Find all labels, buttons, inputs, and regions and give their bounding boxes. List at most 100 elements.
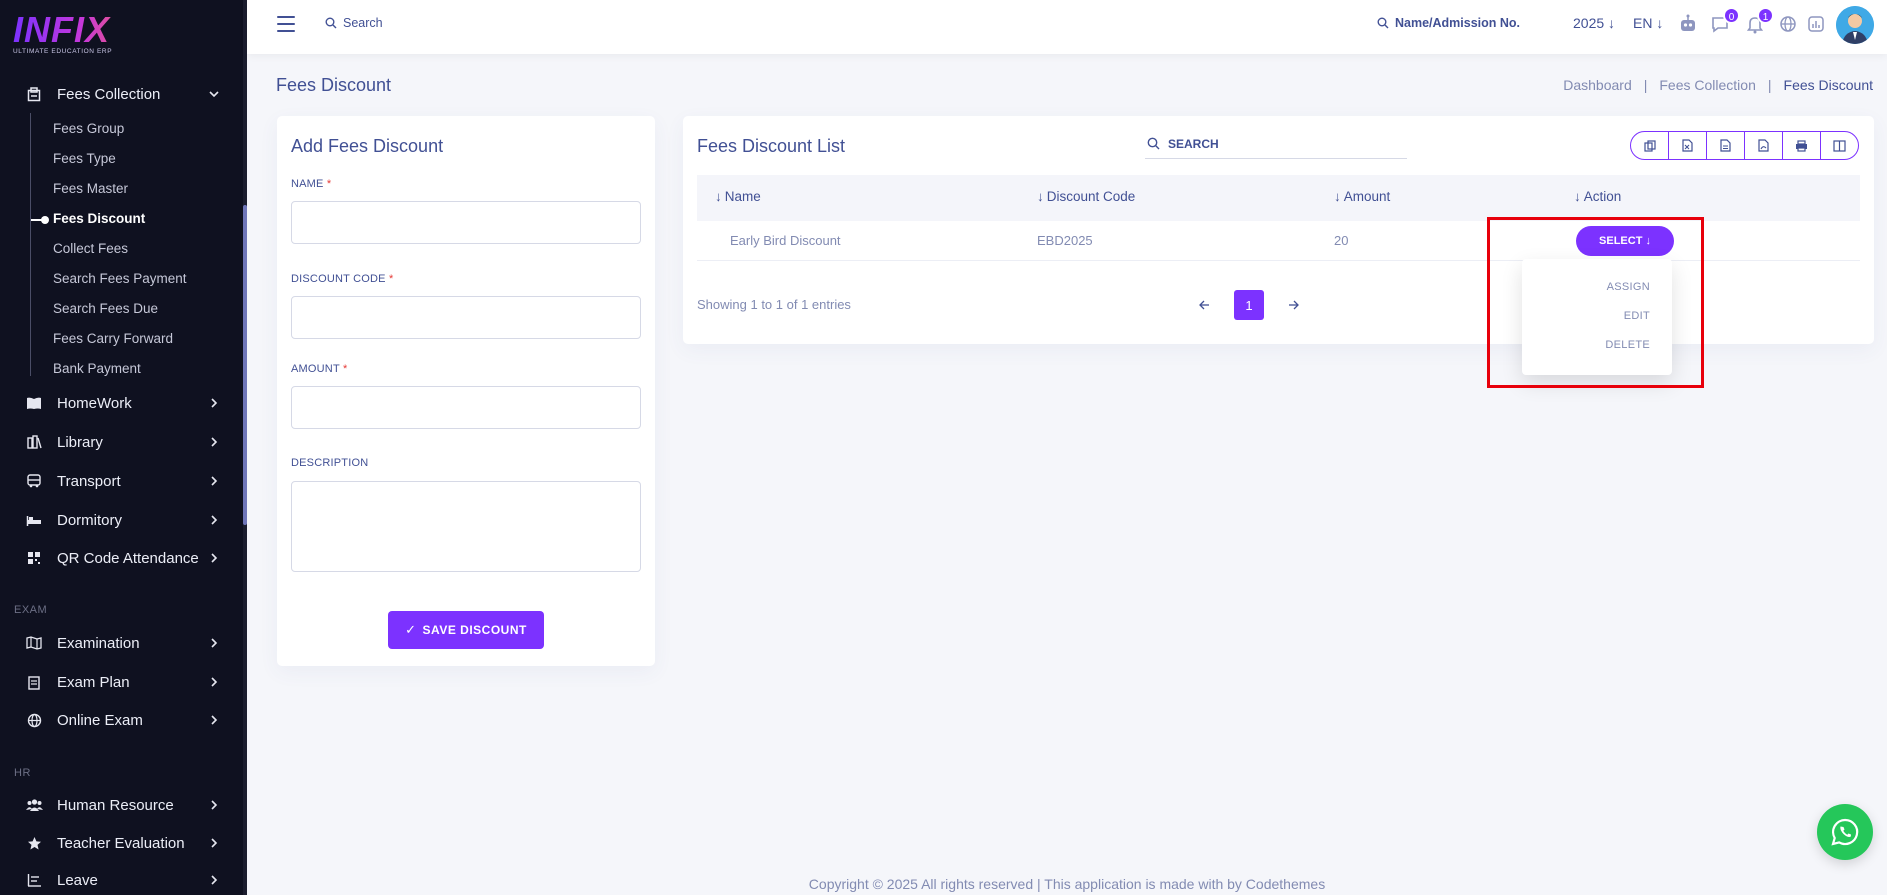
bed-icon <box>25 511 43 529</box>
highlight-box <box>1487 217 1704 388</box>
sidebar-item-label: HomeWork <box>57 394 132 412</box>
book-icon <box>25 394 43 412</box>
search-input[interactable]: Search <box>325 16 383 30</box>
list-search-input[interactable]: SEARCH <box>1145 129 1407 159</box>
search-icon <box>325 17 337 29</box>
cell-amount: 20 <box>1334 233 1349 248</box>
sidebar-item-label: Dormitory <box>57 511 123 529</box>
chat-icon[interactable]: 0 <box>1710 7 1740 35</box>
sidebar-item-label: Transport <box>57 472 121 490</box>
sidebar-item-homework[interactable]: HomeWork <box>0 387 243 419</box>
csv-icon <box>1720 139 1731 152</box>
breadcrumb-fees-collection[interactable]: Fees Collection <box>1659 77 1756 93</box>
sidebar-scroll-thumb[interactable] <box>243 205 247 525</box>
chevron-right-icon <box>211 553 218 563</box>
sidebar-item-library[interactable]: Library <box>0 426 243 458</box>
arrow-down-icon: ↓ <box>1656 15 1664 31</box>
sidebar-item-label: Teacher Evaluation <box>57 834 185 852</box>
robot-icon[interactable] <box>1677 13 1699 35</box>
print-button[interactable] <box>1783 132 1821 159</box>
list-title: Fees Discount List <box>697 136 846 156</box>
csv-button[interactable] <box>1707 132 1745 159</box>
table-header: ↓ Name ↓ Discount Code ↓ Amount ↓ Action <box>697 175 1860 221</box>
pdf-button[interactable] <box>1745 132 1783 159</box>
year-value: 2025 <box>1573 15 1605 31</box>
sidebar-item-fees-collection[interactable]: Fees Collection <box>0 78 243 110</box>
sidebar-subitem-collect-fees[interactable]: Collect Fees <box>53 241 128 256</box>
copy-icon <box>1643 139 1656 152</box>
add-form-title: Add Fees Discount <box>291 136 444 156</box>
sidebar-item-transport[interactable]: Transport <box>0 465 243 497</box>
sidebar-subitem-bank-payment[interactable]: Bank Payment <box>53 361 141 376</box>
chevron-right-icon <box>211 715 218 725</box>
amount-field[interactable] <box>291 386 641 429</box>
sidebar-subitem-fees-type[interactable]: Fees Type <box>53 151 116 166</box>
discount-code-field[interactable] <box>291 296 641 339</box>
avatar[interactable] <box>1836 6 1874 44</box>
breadcrumb-dashboard[interactable]: Dashboard <box>1563 77 1632 93</box>
sidebar-item-leave[interactable]: Leave <box>0 864 243 895</box>
next-page-button[interactable] <box>1284 295 1304 315</box>
chevron-right-icon <box>211 437 218 447</box>
copy-button[interactable] <box>1631 132 1669 159</box>
sidebar-item-human-resource[interactable]: Human Resource <box>0 789 243 821</box>
save-discount-label: SAVE DISCOUNT <box>422 623 527 637</box>
sidebar-item-label: Online Exam <box>57 711 143 729</box>
sidebar-item-exam-plan[interactable]: Exam Plan <box>0 666 243 698</box>
language-select[interactable]: EN ↓ <box>1633 15 1663 31</box>
sidebar-item-online-exam[interactable]: Online Exam <box>0 704 243 736</box>
amount-label: AMOUNT * <box>291 363 348 375</box>
sidebar-subitem-search-fees-due[interactable]: Search Fees Due <box>53 301 158 316</box>
excel-button[interactable] <box>1669 132 1707 159</box>
search-icon <box>1377 17 1389 29</box>
dashboard-stats-icon[interactable] <box>1805 13 1827 35</box>
library-icon <box>25 433 43 451</box>
sidebar-subitem-search-fees-payment[interactable]: Search Fees Payment <box>53 271 187 286</box>
sidebar-subitem-fees-master[interactable]: Fees Master <box>53 181 128 196</box>
search-icon <box>1147 137 1160 150</box>
breadcrumb: Dashboard | Fees Collection | Fees Disco… <box>1563 77 1873 93</box>
bell-icon[interactable]: 1 <box>1744 7 1774 35</box>
column-header-name[interactable]: ↓ Name <box>715 189 761 204</box>
sort-arrow-icon: ↓ <box>715 189 722 204</box>
search-placeholder: Search <box>343 16 383 30</box>
sidebar-item-dormitory[interactable]: Dormitory <box>0 504 243 536</box>
chevron-down-icon <box>209 91 219 98</box>
logo[interactable]: INFIX ULTIMATE EDUCATION ERP <box>13 12 153 60</box>
name-field[interactable] <box>291 201 641 244</box>
export-button-group <box>1630 131 1859 160</box>
map-icon <box>25 634 43 652</box>
year-select[interactable]: 2025 ↓ <box>1573 15 1615 31</box>
globe-icon[interactable] <box>1777 13 1799 35</box>
previous-page-button[interactable] <box>1194 295 1214 315</box>
section-label-exam: EXAM <box>14 604 48 616</box>
sidebar-item-label: Human Resource <box>57 796 174 814</box>
page-title: Fees Discount <box>276 75 392 95</box>
column-header-discount-code[interactable]: ↓ Discount Code <box>1037 189 1135 204</box>
logo-subtitle: ULTIMATE EDUCATION ERP <box>13 48 113 55</box>
name-admission-search-input[interactable]: Name/Admission No. <box>1377 16 1520 30</box>
fees-collection-icon <box>25 85 43 103</box>
menu-toggle-icon[interactable] <box>277 16 295 32</box>
sidebar-item-qr-code-attendance[interactable]: QR Code Attendance <box>0 542 243 574</box>
active-indicator <box>31 216 49 224</box>
footer-copyright: Copyright © 2025 All rights reserved | T… <box>808 876 1326 892</box>
page-number-button[interactable]: 1 <box>1234 290 1264 320</box>
column-header-action[interactable]: ↓ Action <box>1574 189 1621 204</box>
sidebar-subitem-fees-discount[interactable]: Fees Discount <box>53 211 145 226</box>
whatsapp-button[interactable] <box>1817 804 1873 860</box>
topbar: Search Name/Admission No. 2025 ↓ EN ↓ 0 … <box>247 0 1887 54</box>
sidebar-item-examination[interactable]: Examination <box>0 627 243 659</box>
columns-icon <box>1833 139 1846 152</box>
save-discount-button[interactable]: ✓ SAVE DISCOUNT <box>388 611 544 649</box>
column-header-amount[interactable]: ↓ Amount <box>1334 189 1390 204</box>
description-field[interactable] <box>291 481 641 572</box>
sidebar-subitem-fees-carry-forward[interactable]: Fees Carry Forward <box>53 331 173 346</box>
chevron-right-icon <box>211 476 218 486</box>
description-label: DESCRIPTION <box>291 457 369 469</box>
sidebar-item-teacher-evaluation[interactable]: Teacher Evaluation <box>0 827 243 859</box>
sidebar-item-label: Examination <box>57 634 140 652</box>
sidebar-subitem-fees-group[interactable]: Fees Group <box>53 121 124 136</box>
column-visibility-button[interactable] <box>1821 132 1858 159</box>
sort-arrow-icon: ↓ <box>1574 189 1581 204</box>
